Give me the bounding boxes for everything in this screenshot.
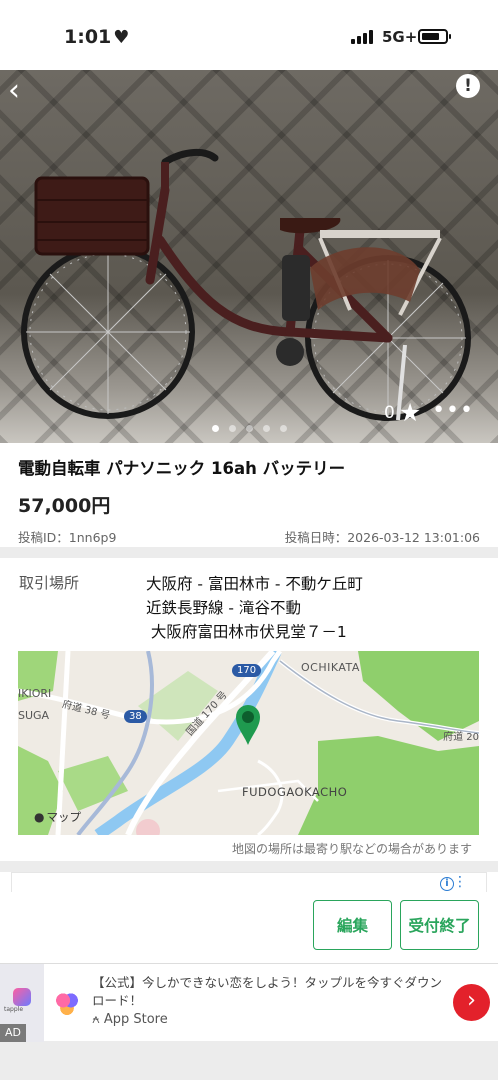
map-label-fudogaokacho: FUDOGAOKACHO [242, 785, 348, 799]
item-title: 電動自転車 パナソニック 16ah バッテリー [18, 459, 346, 478]
action-area: i ⋮ 編集 受付終了 [0, 872, 498, 965]
time-text: 1:01 [64, 26, 112, 48]
tapple-logo-icon [13, 988, 31, 1006]
info-icon[interactable]: i [440, 877, 454, 891]
favorite-count: 0 [384, 403, 395, 423]
carousel-dot[interactable] [262, 425, 270, 432]
store-label: App Store [103, 1012, 168, 1027]
ad-strip: i ⋮ [11, 872, 487, 892]
ad-thumb-name: tapple [4, 1006, 24, 1013]
apple-maps-brand: ● マップ [34, 809, 81, 825]
post-date: 投稿日時：2026-03-12 13:01:06 [284, 530, 480, 545]
map-note: 地図の場所は最寄り駅などの場合があります [231, 842, 472, 856]
map-label-ikiori: IKIORI [18, 687, 52, 700]
carousel-dot[interactable] [279, 425, 287, 432]
ad-text: 【公式】今しかできない恋をしよう！タップルを今すぐダウンロード！ [92, 975, 443, 1008]
route-shield-38: 38 [124, 710, 147, 723]
trade-location-address: 大阪府 - 富田林市 - 不動ケ丘町 近鉄長野線 - 滝谷不動 大阪府富田林市伏… [146, 572, 363, 644]
item-summary: 電動自転車 パナソニック 16ah バッテリー 57,000円 投稿ID：1nn… [0, 443, 498, 547]
ad-thumbnail: tapple AD [0, 964, 44, 1042]
bicycle-illustration [21, 149, 471, 421]
map-pin-icon [236, 705, 260, 745]
heart-icon: ♥ [113, 27, 130, 48]
chevron-right-icon[interactable]: › [453, 984, 490, 1021]
carousel-dot[interactable] [228, 425, 236, 432]
map-label-suga: SUGA [18, 709, 50, 722]
ad-banner[interactable]: tapple AD 【公式】今しかできない恋をしよう！タップルを今すぐダウンロー… [0, 963, 498, 1042]
network-label: 5G+ [382, 28, 418, 46]
item-meta: 投稿ID：1nn6p9 投稿日時：2026-03-12 13:01:06 [18, 527, 480, 546]
trade-location-card: 取引場所 大阪府 - 富田林市 - 不動ケ丘町 近鉄長野線 - 滝谷不動 大阪府… [0, 558, 498, 861]
kebab-icon[interactable]: ⋮ [453, 875, 467, 890]
app-icon [54, 990, 80, 1016]
ad-store: ⍲ App Store [92, 1012, 168, 1027]
address-line: 大阪府富田林市伏見堂７－1 [146, 623, 347, 641]
map-label-prefroad: 府道 20 [443, 732, 479, 743]
item-price: 57,000円 [18, 495, 111, 517]
signal-icon [351, 30, 373, 44]
app-store-icon: ⍲ [92, 1012, 100, 1027]
status-bar: 1:01 ♥ 5G+ [0, 0, 498, 70]
star-icon: ★ [398, 398, 422, 427]
trade-location-label: 取引場所 [19, 574, 80, 592]
chevron-left-icon[interactable]: ‹ [8, 76, 38, 108]
exclamation-icon[interactable]: ! [456, 74, 480, 98]
map-label-ochikata: OCHIKATA [301, 661, 360, 674]
edit-button[interactable]: 編集 [313, 900, 392, 950]
post-id: 投稿ID：1nn6p9 [18, 530, 117, 545]
address-line: 近鉄長野線 - 滝谷不動 [146, 599, 301, 617]
address-line: 大阪府 - 富田林市 - 不動ケ丘町 [146, 575, 363, 593]
carousel-dots [0, 425, 498, 432]
battery-icon [418, 29, 451, 44]
carousel-dot[interactable] [245, 425, 253, 432]
carousel-dot[interactable] [211, 425, 219, 432]
close-listing-button[interactable]: 受付終了 [400, 900, 479, 950]
apple-icon: ● [34, 810, 45, 824]
favorite-button[interactable]: 0 ★ [384, 398, 422, 427]
battery-fill [422, 33, 439, 40]
route-shield-170: 170 [232, 664, 262, 677]
ellipsis-icon[interactable]: ••• [432, 398, 474, 423]
ad-badge: AD [0, 1024, 26, 1042]
location-map[interactable]: OCHIKATA IKIORI SUGA 府道 38 号 国道 170 号 府道… [18, 651, 479, 835]
status-time: 1:01 ♥ [64, 26, 129, 48]
item-photo[interactable]: ‹ ! 0 ★ ••• [0, 70, 498, 443]
apple-maps-label: マップ [46, 810, 81, 824]
